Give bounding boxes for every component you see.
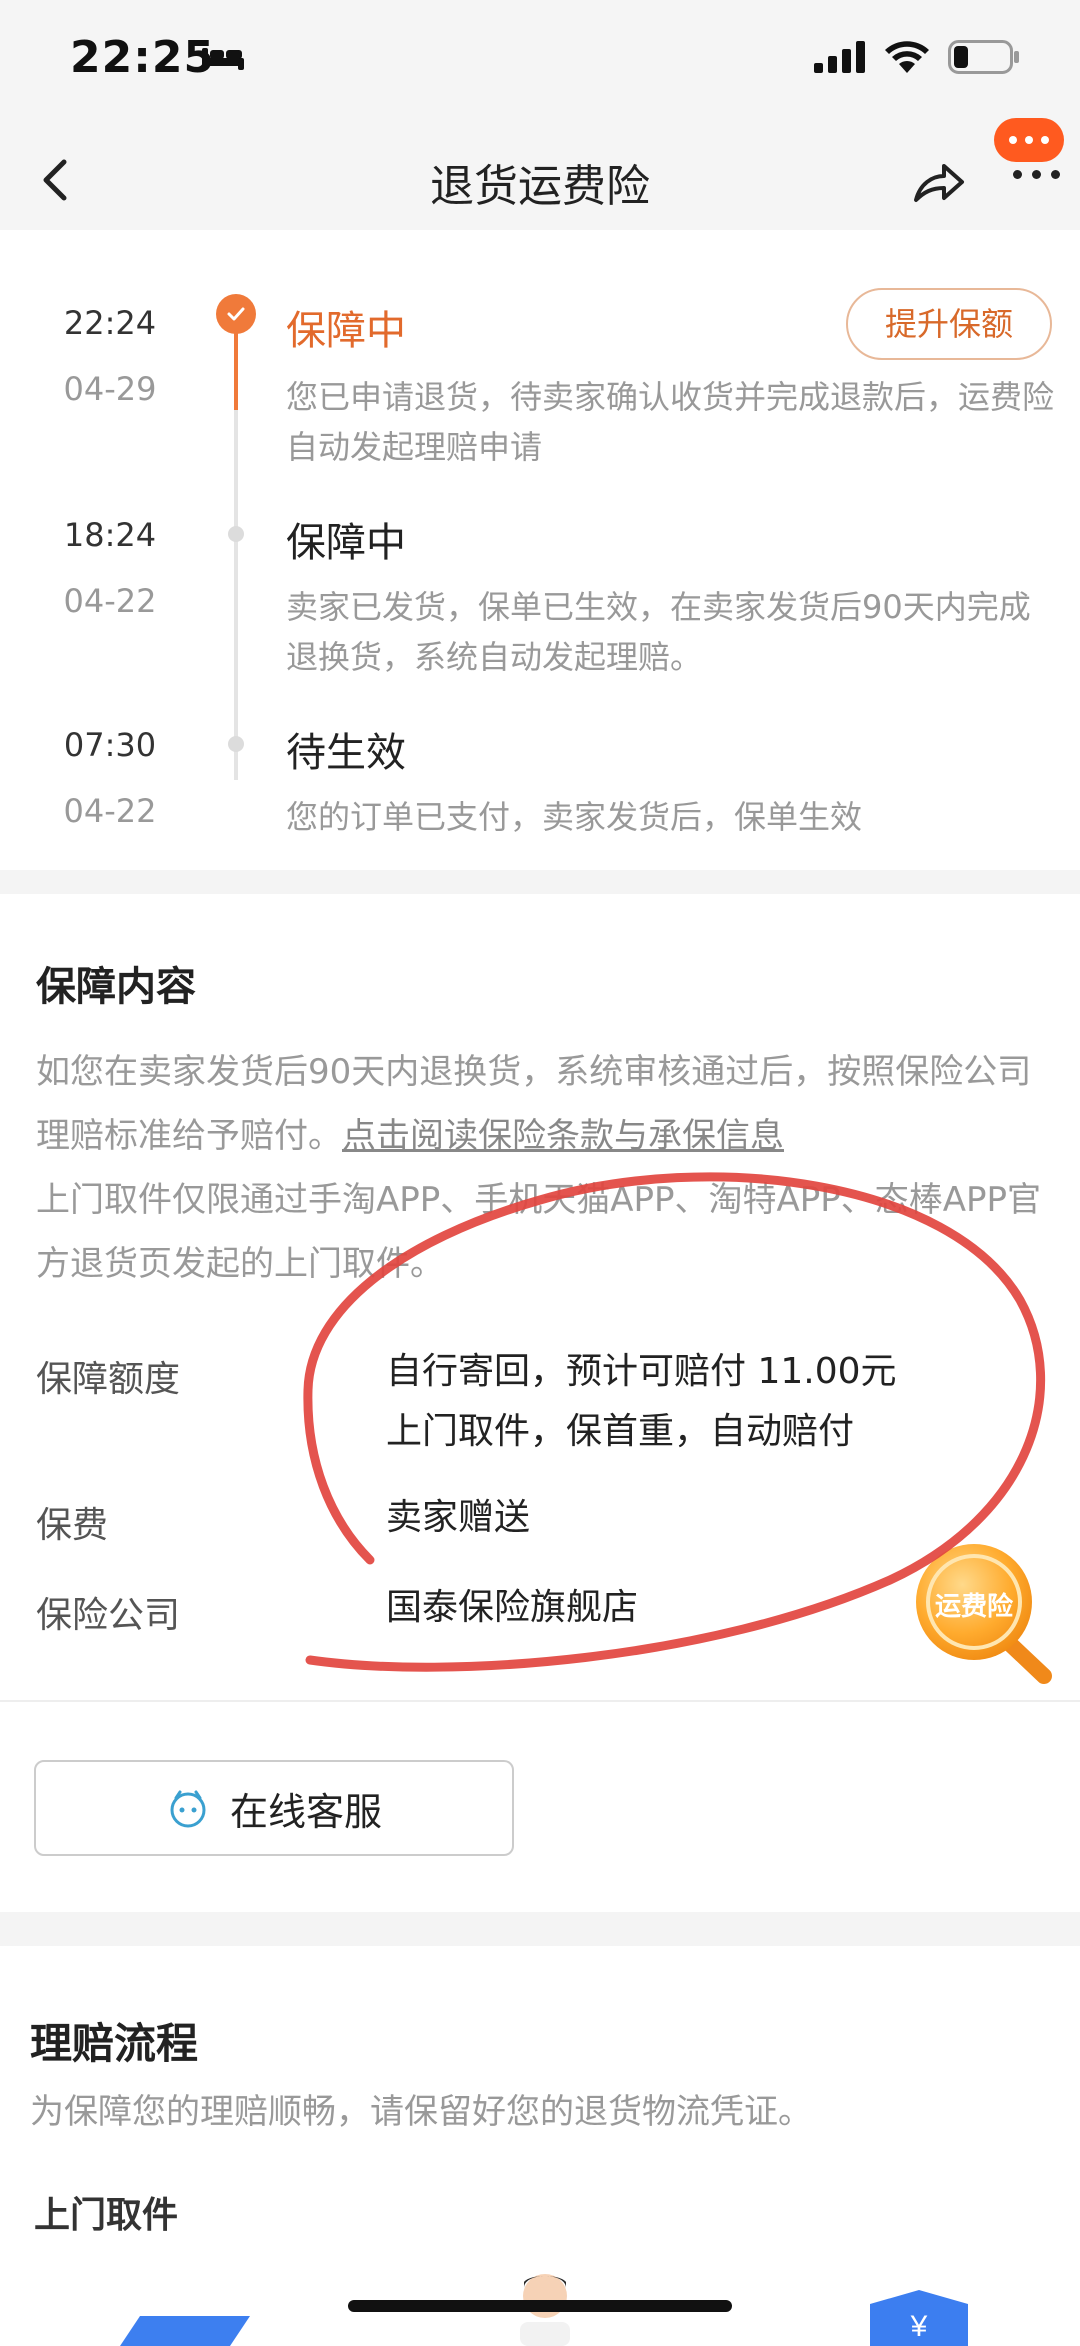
coverage-title: 保障内容 <box>36 964 196 1010</box>
status-time: 22:25 <box>70 32 216 83</box>
coverage-amount-line2: 上门取件，保首重，自动赔付 <box>386 1411 855 1452</box>
policy-terms-link[interactable]: 点击阅读保险条款与承保信息 <box>342 1116 784 1156</box>
timeline-line-active <box>234 330 238 410</box>
coverage-description: 如您在卖家发货后90天内退换货，系统审核通过后，按照保险公司理赔标准给予赔付。点… <box>36 1040 1046 1296</box>
pickup-note: 上门取件仅限通过手淘APP、手机天猫APP、淘特APP、态棒APP官方退货页发起… <box>36 1180 1042 1284</box>
timeline-desc: 您的订单已支付，卖家发货后，保单生效 <box>286 798 863 836</box>
policy-timeline: 22:24 04-29 保障中 提升保额 您已申请退货，待卖家确认收货并完成退款… <box>0 230 1080 870</box>
timeline-status: 保障中 <box>286 308 406 354</box>
premium-label: 保费 <box>36 1505 109 1546</box>
nav-bar: 退货运费险 <box>0 118 1080 230</box>
svg-text:¥: ¥ <box>910 2310 928 2343</box>
premium-value: 卖家赠送 <box>386 1497 531 1538</box>
package-illustration-icon <box>120 2316 250 2346</box>
more-icon[interactable] <box>1013 170 1060 179</box>
badge-label: 运费险 <box>934 1592 1013 1622</box>
battery-icon <box>948 40 1019 74</box>
insurer-value: 国泰保险旗舰店 <box>386 1587 639 1628</box>
sleep-mode-icon <box>202 48 244 70</box>
online-service-label: 在线客服 <box>229 1789 382 1834</box>
timeline-time: 22:24 <box>63 304 157 342</box>
timeline-dot <box>228 736 244 752</box>
timeline-desc: 卖家已发货，保单已生效，在卖家发货后90天内完成退换货，系统自动发起理赔。 <box>286 588 1031 676</box>
timeline-date: 04-22 <box>63 582 157 620</box>
coverage-amount-line1: 自行寄回，预计可赔付 11.00元 <box>386 1351 897 1392</box>
coverage-amount-label: 保障额度 <box>36 1359 181 1400</box>
timeline-dot <box>228 526 244 542</box>
upgrade-coverage-button[interactable]: 提升保额 <box>846 288 1052 360</box>
insurer-label: 保险公司 <box>36 1595 181 1636</box>
timeline-line <box>234 410 238 780</box>
timeline-date: 04-29 <box>63 370 157 408</box>
customer-service-icon <box>170 1790 206 1828</box>
online-service-button[interactable]: 在线客服 <box>34 1760 514 1856</box>
message-badge[interactable] <box>994 118 1064 162</box>
timeline-status: 保障中 <box>286 520 406 566</box>
status-bar: 22:25 <box>0 0 1080 130</box>
section-divider <box>0 1912 1080 1946</box>
status-icons <box>814 40 1020 74</box>
section-line <box>0 1700 1080 1702</box>
coverage-section: 保障内容 如您在卖家发货后90天内退换货，系统审核通过后，按照保险公司理赔标准给… <box>0 894 1080 1700</box>
timeline-date: 04-22 <box>63 792 157 830</box>
claims-section: 理赔流程 为保障您的理赔顺畅，请保留好您的退货物流凭证。 上门取件 ¥ <box>0 1946 1080 2346</box>
pickup-title: 上门取件 <box>34 2195 179 2236</box>
timeline-desc: 您已申请退货，待卖家确认收货并完成退款后，运费险自动发起理赔申请 <box>286 378 1055 466</box>
timeline-status: 待生效 <box>286 730 406 776</box>
home-indicator[interactable] <box>348 2300 732 2312</box>
claims-title: 理赔流程 <box>30 2019 199 2068</box>
freight-insurance-badge[interactable]: 运费险 <box>908 1534 1058 1684</box>
timeline-time: 18:24 <box>63 516 157 554</box>
claims-subtitle: 为保障您的理赔顺畅，请保留好您的退货物流凭证。 <box>30 2092 812 2132</box>
timeline-time: 07:30 <box>63 726 157 764</box>
section-divider <box>0 870 1080 894</box>
share-icon[interactable] <box>906 150 970 214</box>
shield-illustration-icon: ¥ <box>870 2290 968 2346</box>
signal-icon <box>814 41 865 73</box>
check-icon <box>216 294 256 334</box>
wifi-icon <box>885 41 929 73</box>
coverage-amount-value: 自行寄回，预计可赔付 11.00元 上门取件，保首重，自动赔付 <box>386 1342 897 1462</box>
